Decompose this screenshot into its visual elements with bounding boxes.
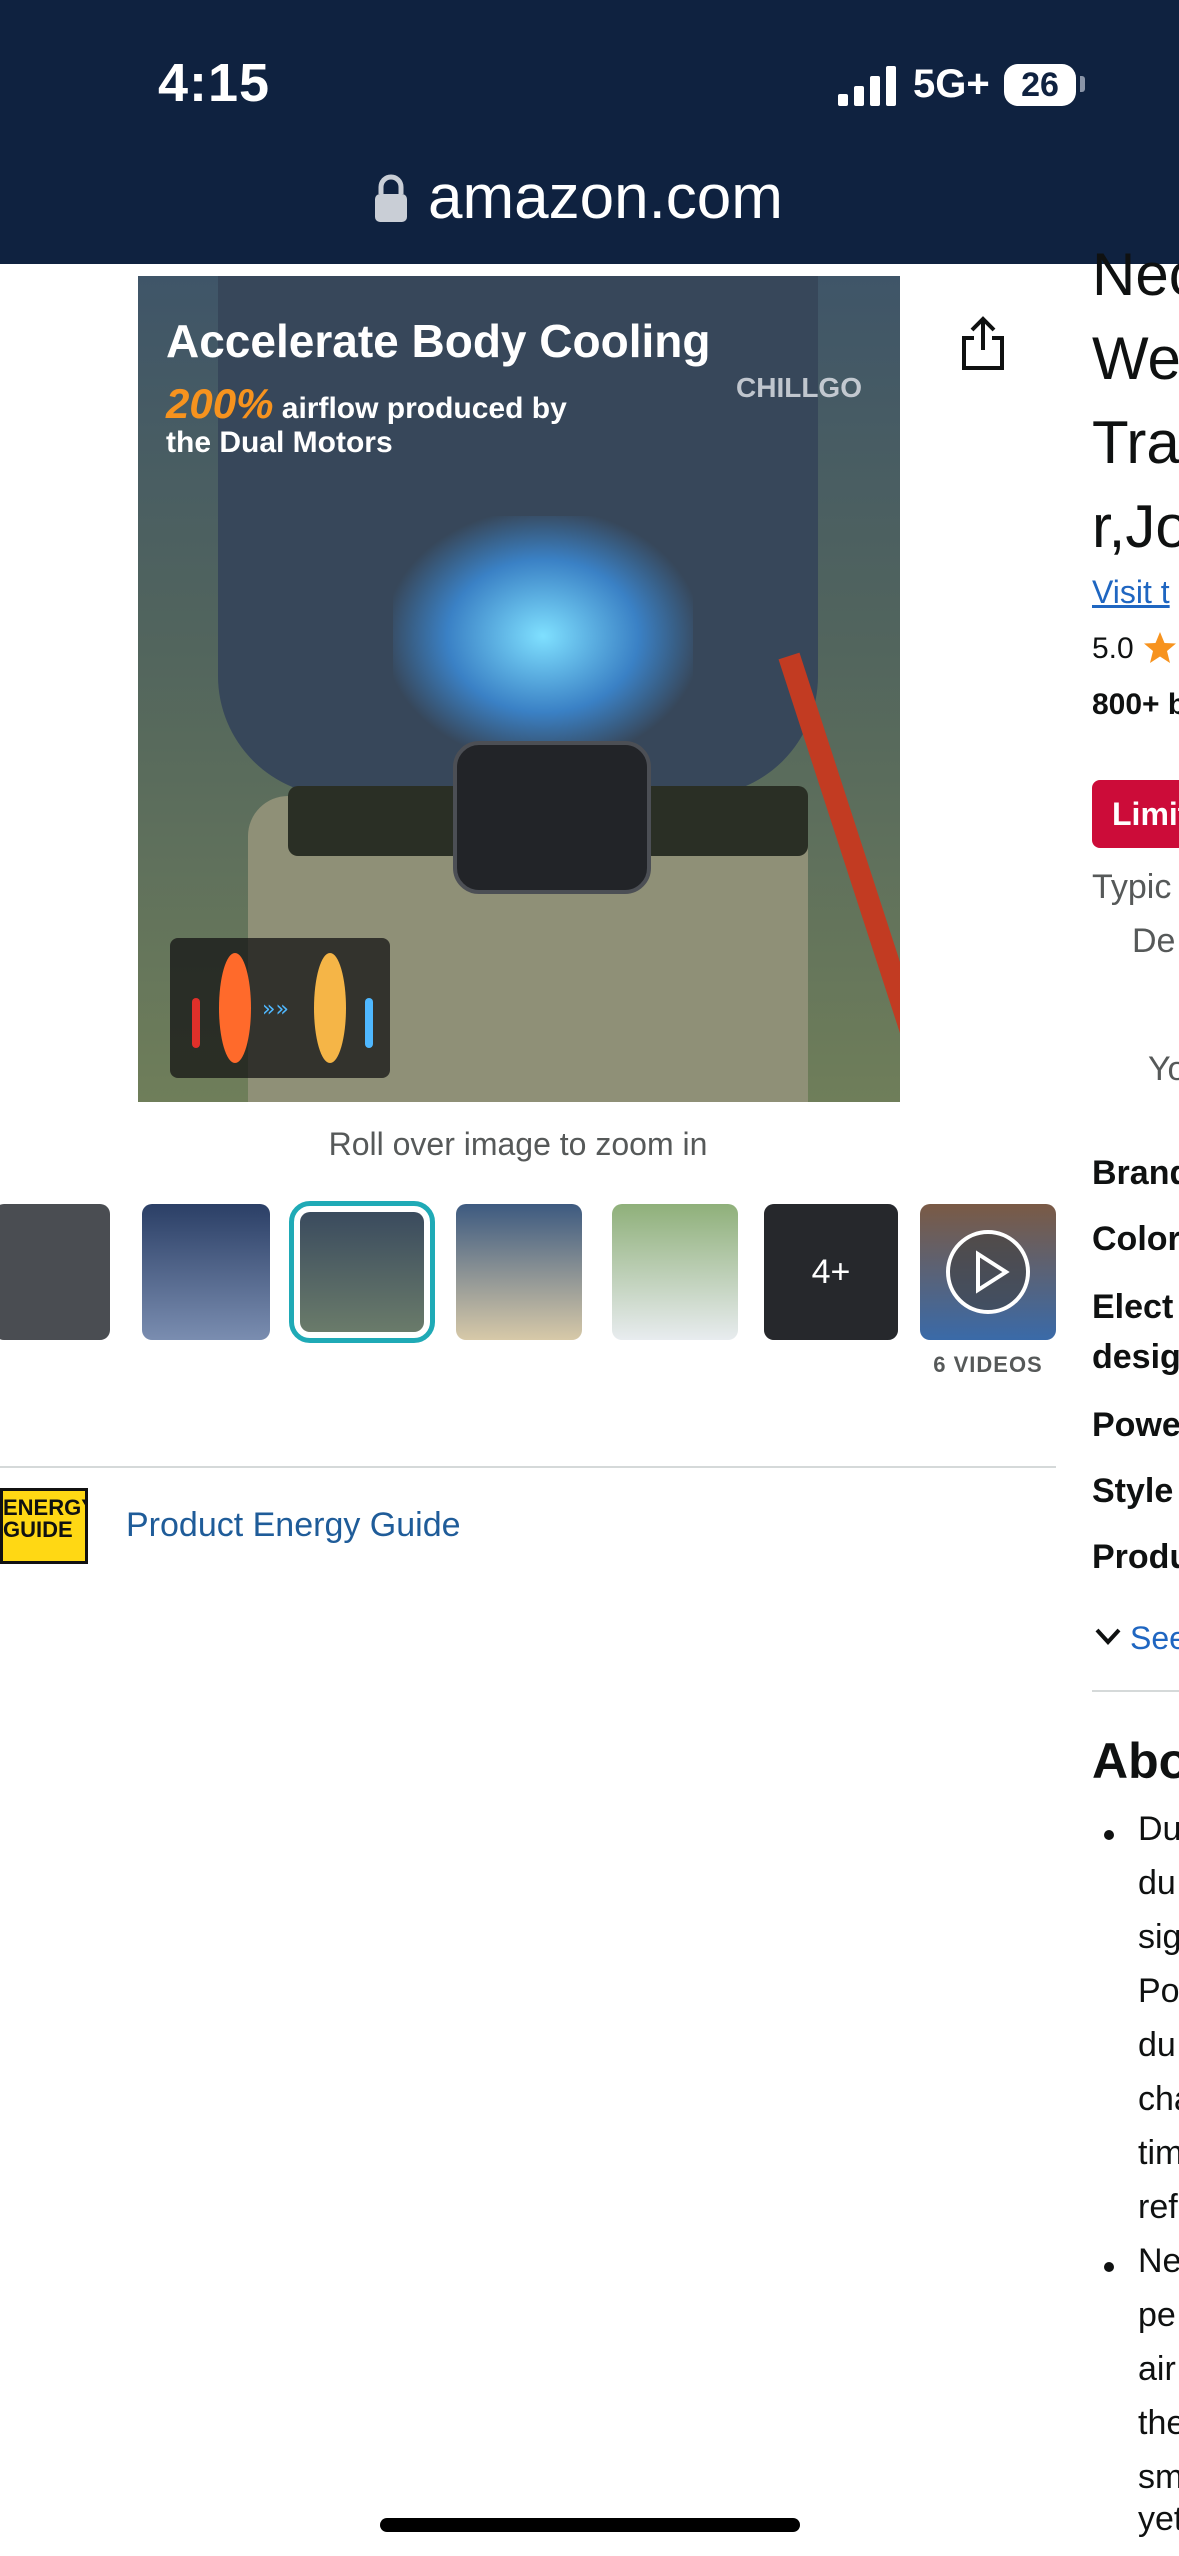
spec-electric-label: Elect — [1092, 1288, 1174, 1326]
image-headline: Accelerate Body Cooling — [166, 315, 711, 367]
product-energy-guide-link[interactable]: Product Energy Guide — [126, 1506, 461, 1545]
spec-power-label: Powe — [1092, 1406, 1179, 1444]
bullet-2-line-4: the — [1138, 2404, 1179, 2442]
lock-icon — [375, 174, 407, 222]
image-subline-2: the Dual Motors — [166, 426, 393, 459]
see-more-link[interactable]: See — [1130, 1620, 1179, 1657]
play-icon — [946, 1230, 1030, 1314]
bullet-1-line-2: du — [1138, 1864, 1176, 1902]
product-title-line-4: r,Jo — [1092, 493, 1179, 560]
chevron-down-icon[interactable] — [1094, 1626, 1122, 1648]
bullet-1-line-6: cha — [1138, 2080, 1179, 2118]
bought-count: 800+ b — [1092, 688, 1179, 721]
gallery-thumb-5[interactable] — [612, 1204, 738, 1340]
browser-top-bar: 4:15 5G+ 26 amazon.com — [0, 0, 1179, 264]
bullet-1-line-1: Du — [1138, 1810, 1179, 1848]
image-brand-logo: CHILLGO — [736, 372, 862, 403]
bullet-1-line-7: tim — [1138, 2134, 1179, 2172]
gallery-video-thumb[interactable] — [920, 1204, 1056, 1340]
image-belt-fan-device — [453, 741, 651, 894]
share-icon[interactable] — [960, 316, 1006, 372]
image-subline-1: 200% airflow produced by — [166, 380, 567, 428]
bullet-1-line-8: ref — [1138, 2188, 1178, 2226]
bullet-1-line-5: du — [1138, 2026, 1176, 2064]
right-column-divider — [1092, 1690, 1179, 1692]
image-highlight: 200% — [166, 380, 274, 427]
bullet-2-line-2: pe — [1138, 2296, 1176, 2334]
image-thermal-inset: »» — [170, 938, 390, 1078]
star-icon — [1144, 632, 1176, 663]
home-indicator[interactable] — [380, 2518, 800, 2532]
spec-product-label: Produ — [1092, 1538, 1179, 1576]
image-airflow — [393, 516, 693, 756]
gallery-thumb-3[interactable] — [289, 1201, 435, 1343]
network-type: 5G+ — [913, 62, 990, 106]
bullet-dot-2 — [1104, 2262, 1114, 2272]
energy-guide-badge[interactable]: ENERGY GUIDE — [0, 1488, 88, 1564]
bullet-2-line-5: sm — [1138, 2458, 1179, 2496]
cellular-signal-icon — [838, 66, 896, 106]
gallery-thumb-1[interactable] — [0, 1204, 110, 1340]
bullet-2-line-1: Ne — [1138, 2242, 1179, 2280]
bullet-1-line-4: Po — [1138, 1972, 1179, 2010]
battery-icon: 26 — [1004, 64, 1076, 106]
typical-price-label: Typic — [1092, 868, 1172, 906]
battery-nub — [1080, 76, 1085, 92]
gallery-more-overlay: 4+ — [764, 1204, 898, 1340]
gallery-thumb-2[interactable] — [142, 1204, 270, 1340]
image-subline-1-text: airflow produced by — [273, 392, 567, 425]
bullet-2-line-6: yet — [1138, 2500, 1179, 2538]
product-main-image[interactable]: Accelerate Body Cooling 200% airflow pro… — [138, 276, 900, 1102]
thermal-figures-icon: »» — [192, 953, 373, 1063]
spec-brand-label: Brand — [1092, 1154, 1179, 1192]
spec-color-label: Color — [1092, 1220, 1179, 1258]
rating-value[interactable]: 5.0 — [1092, 632, 1134, 666]
spec-style-label: Style — [1092, 1472, 1174, 1510]
videos-count-label: 6 VIDEOS — [933, 1352, 1043, 1377]
bullet-1-line-3: sig — [1138, 1918, 1179, 1956]
about-heading: Abo — [1092, 1733, 1179, 1789]
bullet-2-line-3: air — [1138, 2350, 1176, 2388]
product-title-line-2: We — [1092, 325, 1179, 392]
zoom-hint: Roll over image to zoom in — [328, 1126, 708, 1162]
svg-text:»»: »» — [262, 997, 289, 1022]
url-address[interactable]: amazon.com — [428, 162, 783, 233]
limited-deal-badge: Limit — [1092, 780, 1179, 848]
gallery-thumb-4[interactable] — [456, 1204, 582, 1340]
spec-design-label: desig — [1092, 1338, 1179, 1376]
gallery-thumb-6[interactable]: 4+ — [764, 1204, 898, 1340]
product-title-line-1: Nec — [1092, 241, 1179, 308]
section-divider — [0, 1466, 1056, 1468]
status-time: 4:15 — [158, 53, 271, 113]
delivery-label: De — [1132, 922, 1176, 960]
product-title-line-3: Tra — [1092, 409, 1179, 476]
visit-store-link[interactable]: Visit t — [1092, 574, 1170, 611]
you-save-label: Yo — [1148, 1050, 1179, 1088]
bullet-dot-1 — [1104, 1830, 1114, 1840]
